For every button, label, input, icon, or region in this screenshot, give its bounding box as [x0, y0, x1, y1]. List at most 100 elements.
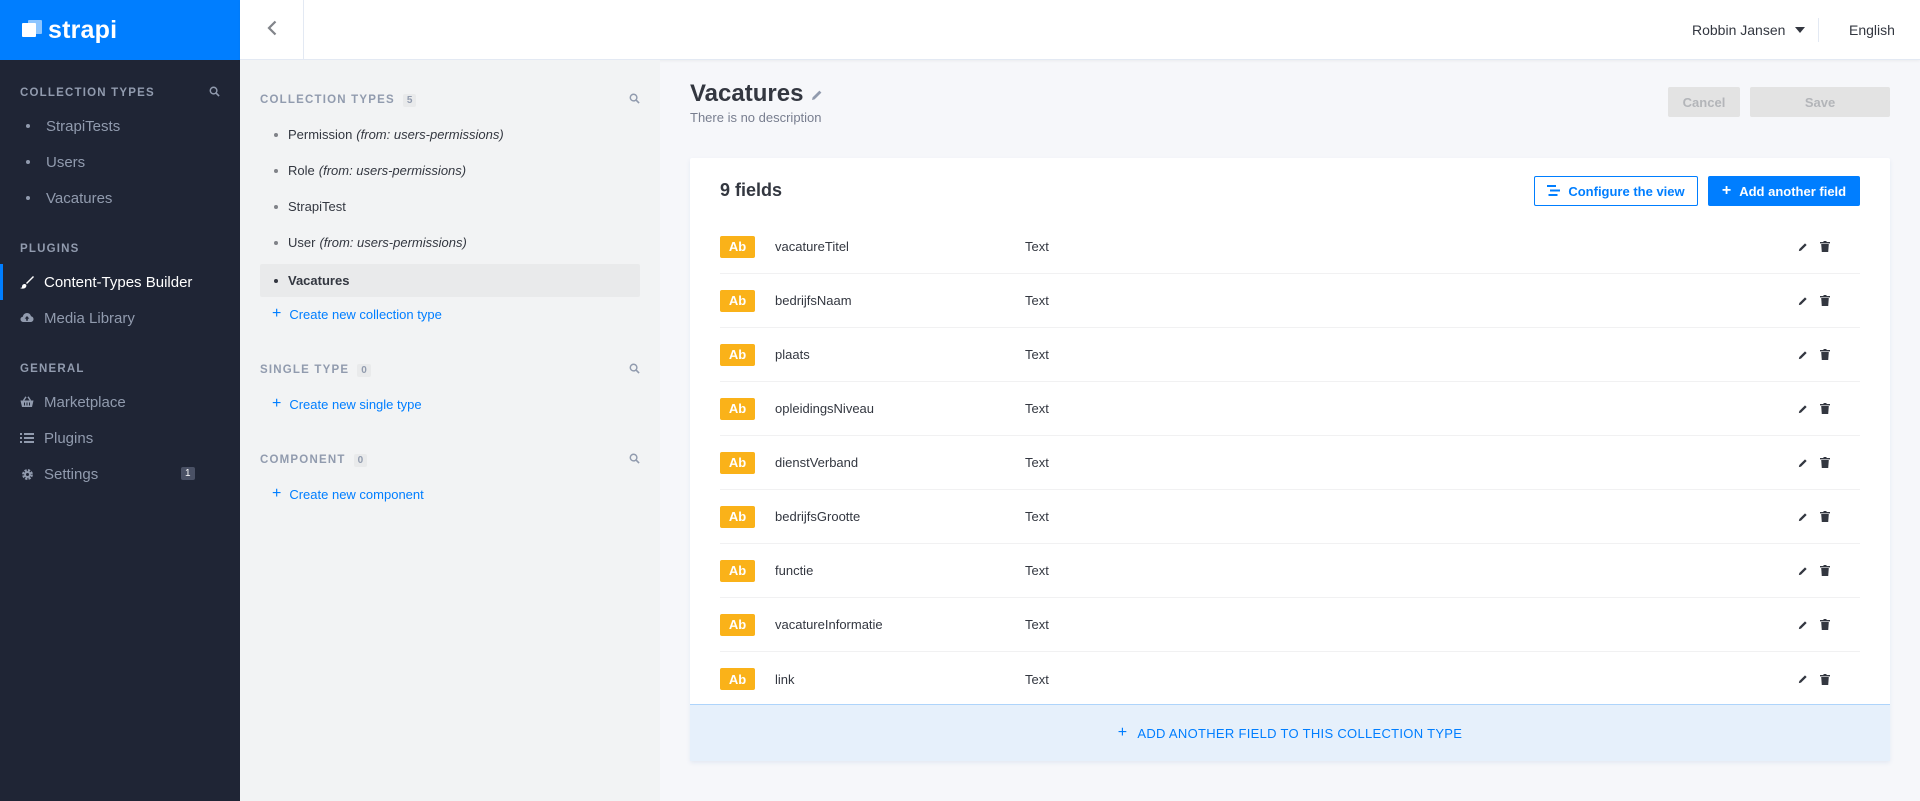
nav-section-title: GENERAL [20, 363, 85, 375]
nav-item-vacatures[interactable]: Vacatures [0, 180, 240, 216]
nav-item-plugins[interactable]: Plugins [0, 420, 240, 456]
trash-icon[interactable] [1820, 241, 1830, 252]
edit-icon[interactable] [1798, 620, 1808, 630]
field-row: Ab vacatureInformatie Text [720, 598, 1860, 652]
content-types-menu: COLLECTION TYPES 5 Permission (from: user… [240, 60, 660, 801]
add-field-to-collection-button[interactable]: + ADD ANOTHER FIELD TO THIS COLLECTION T… [690, 704, 1890, 761]
count-badge: 0 [353, 453, 368, 467]
field-name: bedrijfsNaam [775, 293, 852, 308]
edit-icon[interactable] [1798, 404, 1808, 414]
nav-section-title: COLLECTION TYPES [20, 87, 155, 99]
content-type-vacatures[interactable]: Vacatures [260, 264, 640, 297]
create-single-type-link[interactable]: + Create new single type [272, 396, 422, 412]
nav-item-marketplace[interactable]: Marketplace [0, 384, 240, 420]
section-head-component: COMPONENT 0 [260, 453, 640, 467]
chevron-left-icon [266, 20, 277, 41]
text-type-badge: Ab [720, 343, 755, 366]
count-badge: 0 [357, 363, 371, 377]
nav-item-strapitests[interactable]: StrapiTests [0, 108, 240, 144]
cancel-button[interactable]: Cancel [1668, 87, 1740, 117]
nav-item-media-library[interactable]: Media Library [0, 300, 240, 336]
field-row: Ab plaats Text [720, 328, 1860, 382]
field-type: Text [1025, 239, 1049, 254]
cloud-upload-icon [20, 311, 34, 325]
save-button[interactable]: Save [1750, 87, 1890, 117]
create-collection-type-link[interactable]: + Create new collection type [272, 306, 442, 322]
nav-section-title: PLUGINS [20, 243, 80, 255]
content-type-role[interactable]: Role (from: users-permissions) [260, 154, 640, 187]
pencil-icon[interactable] [811, 80, 823, 108]
language-selector[interactable]: English [1849, 0, 1895, 60]
fields-count: 9 fields [720, 180, 783, 200]
field-type: Text [1025, 617, 1049, 632]
edit-icon[interactable] [1798, 296, 1808, 306]
top-bar: Robbin Jansen English [240, 0, 1920, 60]
field-type: Text [1025, 509, 1049, 524]
plus-icon: + [272, 305, 282, 322]
fields-card: 9 fields Configure the view + Add anothe… [690, 158, 1890, 761]
trash-icon[interactable] [1820, 403, 1830, 414]
trash-icon[interactable] [1820, 673, 1830, 685]
field-type: Text [1025, 563, 1049, 578]
search-icon[interactable] [629, 363, 640, 377]
search-icon[interactable] [209, 86, 220, 100]
user-menu[interactable]: Robbin Jansen [1692, 0, 1806, 60]
field-name: vacatureTitel [775, 239, 849, 254]
trash-icon[interactable] [1820, 295, 1830, 306]
field-row: Ab functie Text [720, 544, 1860, 598]
text-type-badge: Ab [720, 559, 755, 582]
content-type-user[interactable]: User (from: users-permissions) [260, 226, 640, 259]
trash-icon[interactable] [1820, 619, 1830, 630]
field-name: plaats [775, 347, 810, 362]
trash-icon[interactable] [1820, 457, 1830, 468]
edit-icon[interactable] [1798, 350, 1808, 360]
section-head-single-type: SINGLE TYPE 0 [260, 363, 640, 377]
field-name: dienstVerband [775, 455, 859, 470]
plus-icon: + [1117, 724, 1128, 741]
text-type-badge: Ab [720, 289, 755, 312]
field-type: Text [1025, 455, 1049, 470]
search-icon[interactable] [629, 93, 640, 107]
nav-item-users[interactable]: Users [0, 144, 240, 180]
field-row: Ab link Text [720, 652, 1860, 706]
nav-item-content-types-builder[interactable]: Content-Types Builder [0, 264, 240, 300]
trash-icon[interactable] [1820, 349, 1830, 360]
nav-section-collection-types: COLLECTION TYPES StrapiTests Users Vacat… [0, 78, 240, 216]
field-name: functie [775, 563, 814, 578]
add-another-field-button[interactable]: + Add another field [1708, 176, 1860, 206]
text-type-badge: Ab [720, 451, 755, 474]
edit-icon[interactable] [1798, 512, 1808, 522]
plus-icon: + [272, 395, 282, 412]
field-name: opleidingsNiveau [775, 401, 875, 416]
field-row: Ab vacatureTitel Text [720, 220, 1860, 274]
create-component-link[interactable]: + Create new component [272, 486, 424, 502]
text-type-badge: Ab [720, 668, 755, 690]
field-name: bedrijfsGrootte [775, 509, 861, 524]
field-row: Ab bedrijfsNaam Text [720, 274, 1860, 328]
back-button[interactable] [240, 0, 304, 60]
edit-icon[interactable] [1798, 674, 1808, 684]
nav-item-settings[interactable]: Settings 1 [0, 456, 240, 492]
configure-view-button[interactable]: Configure the view [1534, 176, 1698, 206]
brand-logo[interactable]: strapi [0, 0, 240, 60]
edit-icon[interactable] [1798, 458, 1808, 468]
plus-icon: + [272, 485, 282, 502]
trash-icon[interactable] [1820, 511, 1830, 522]
layout-icon [1547, 184, 1561, 199]
section-head-collection-types: COLLECTION TYPES 5 [260, 93, 640, 107]
trash-icon[interactable] [1820, 565, 1830, 576]
content-type-permission[interactable]: Permission (from: users-permissions) [260, 118, 640, 151]
content-type-strapitest[interactable]: StrapiTest [260, 190, 640, 223]
divider [1818, 18, 1819, 42]
main-content: Vacatures There is no description Cancel… [660, 60, 1920, 801]
edit-icon[interactable] [1798, 566, 1808, 576]
search-icon[interactable] [629, 453, 640, 467]
count-badge: 5 [402, 93, 417, 107]
page-description: There is no description [690, 110, 822, 125]
text-type-badge: Ab [720, 505, 755, 528]
strapi-logo-icon [22, 20, 42, 40]
edit-icon[interactable] [1798, 242, 1808, 252]
settings-badge: 1 [181, 467, 195, 480]
user-name: Robbin Jansen [1692, 22, 1786, 38]
field-type: Text [1025, 293, 1049, 308]
